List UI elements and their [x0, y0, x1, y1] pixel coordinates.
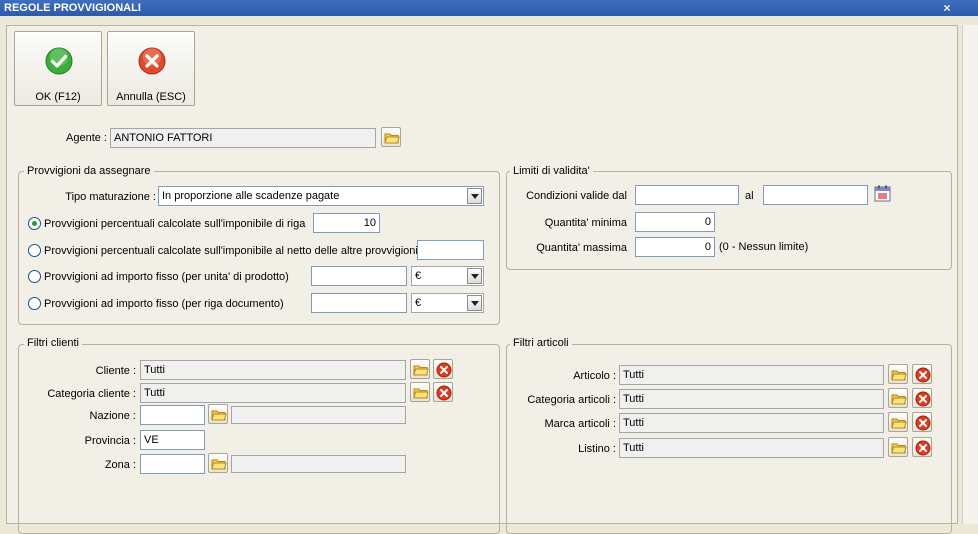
qmax-note: (0 - Nessun limite) — [719, 241, 809, 253]
categoria-articoli-browse-button[interactable] — [888, 388, 908, 408]
cancel-button[interactable]: Annulla (ESC) — [107, 31, 195, 106]
zona-browse-button[interactable] — [208, 453, 228, 473]
qmax-input[interactable]: 0 — [635, 237, 715, 257]
cancel-button-label: Annulla (ESC) — [116, 91, 186, 103]
close-icon[interactable]: × — [940, 0, 954, 16]
maturazione-label: Tipo maturazione : — [65, 191, 156, 203]
vertical-scrollbar[interactable] — [962, 25, 978, 524]
window-titlebar: REGOLE PROVVIGIONALI — [0, 0, 978, 16]
clear-icon — [436, 385, 452, 401]
valide-dal-input[interactable] — [635, 185, 739, 205]
valide-al-input[interactable] — [763, 185, 868, 205]
option-percentuali-riga-label: Provvigioni percentuali calcolate sull'i… — [44, 218, 306, 230]
categoria-cliente-browse-button[interactable] — [410, 382, 430, 402]
clear-icon — [915, 440, 931, 456]
radio-importo-riga[interactable] — [28, 297, 41, 310]
categoria-cliente-field[interactable]: Tutti — [140, 383, 406, 403]
chevron-down-icon[interactable] — [467, 268, 482, 284]
clear-icon — [915, 367, 931, 383]
qmin-input[interactable]: 0 — [635, 212, 715, 232]
cancel-icon — [138, 47, 166, 75]
categoria-articoli-label: Categoria articoli : — [527, 394, 616, 406]
importo-unita-currency-select[interactable]: € — [411, 266, 484, 286]
clear-icon — [915, 415, 931, 431]
folder-icon — [891, 443, 907, 454]
provincia-label: Provincia : — [84, 435, 136, 447]
radio-importo-unita[interactable] — [28, 270, 41, 283]
window-title: REGOLE PROVVIGIONALI — [4, 2, 141, 14]
cliente-browse-button[interactable] — [410, 359, 430, 379]
categoria-cliente-label: Categoria cliente : — [47, 388, 136, 400]
cliente-label: Cliente : — [95, 365, 136, 377]
marca-articoli-clear-button[interactable] — [912, 412, 932, 432]
marca-articoli-label: Marca articoli : — [544, 418, 616, 430]
nazione-label: Nazione : — [89, 410, 136, 422]
importo-unita-currency: € — [415, 270, 422, 282]
agent-field[interactable]: ANTONIO FATTORI — [110, 128, 376, 148]
importo-unita-input[interactable] — [311, 266, 407, 286]
marca-articoli-browse-button[interactable] — [888, 412, 908, 432]
provincia-input[interactable]: VE — [140, 430, 205, 450]
clear-icon — [436, 362, 452, 378]
articolo-label: Articolo : — [573, 370, 616, 382]
qmax-label: Quantita' massima — [536, 242, 627, 254]
listino-field[interactable]: Tutti — [619, 438, 884, 458]
folder-icon — [384, 133, 400, 144]
agent-browse-button[interactable] — [381, 127, 401, 147]
calendar-icon[interactable] — [874, 185, 891, 202]
folder-icon — [211, 459, 227, 470]
check-icon — [45, 47, 73, 75]
ok-button-label: OK (F12) — [35, 91, 81, 103]
radio-percentuali-netto[interactable] — [28, 244, 41, 257]
folder-icon — [891, 370, 907, 381]
zona-input[interactable] — [140, 454, 205, 474]
listino-label: Listino : — [578, 443, 616, 455]
chevron-down-icon[interactable] — [467, 295, 482, 311]
folder-icon — [891, 418, 907, 429]
nazione-browse-button[interactable] — [208, 404, 228, 424]
categoria-cliente-clear-button[interactable] — [433, 382, 453, 402]
zona-label: Zona : — [104, 459, 136, 471]
agent-label: Agente : — [66, 132, 107, 144]
zona-description — [231, 455, 406, 473]
filtri-clienti-group-title: Filtri clienti — [24, 336, 82, 350]
option-percentuali-netto-label: Provvigioni percentuali calcolate sull'i… — [44, 245, 418, 257]
articolo-field[interactable]: Tutti — [619, 365, 884, 385]
cliente-field[interactable]: Tutti — [140, 360, 406, 380]
ok-button[interactable]: OK (F12) — [14, 31, 102, 106]
provvigioni-group-title: Provvigioni da assegnare — [24, 164, 154, 178]
importo-riga-currency: € — [415, 297, 422, 309]
qmin-label: Quantita' minima — [544, 217, 627, 229]
radio-percentuali-riga[interactable] — [28, 217, 41, 230]
importo-riga-currency-select[interactable]: € — [411, 293, 484, 313]
limiti-group-title: Limiti di validita' — [510, 164, 593, 178]
nazione-input[interactable] — [140, 405, 205, 425]
folder-icon — [211, 410, 227, 421]
folder-icon — [413, 365, 429, 376]
maturazione-value: In proporzione alle scadenze pagate — [162, 190, 340, 202]
articolo-browse-button[interactable] — [888, 364, 908, 384]
clear-icon — [915, 391, 931, 407]
condizioni-label: Condizioni valide dal — [526, 190, 627, 202]
option-importo-riga-label: Provvigioni ad importo fisso (per riga d… — [44, 298, 284, 310]
al-label: al — [745, 190, 754, 202]
categoria-articoli-clear-button[interactable] — [912, 388, 932, 408]
option-importo-unita-label: Provvigioni ad importo fisso (per unita'… — [44, 271, 289, 283]
marca-articoli-field[interactable]: Tutti — [619, 413, 884, 433]
articolo-clear-button[interactable] — [912, 364, 932, 384]
maturazione-select[interactable]: In proporzione alle scadenze pagate — [158, 186, 484, 206]
percentuali-netto-input[interactable] — [417, 240, 484, 260]
importo-riga-input[interactable] — [311, 293, 407, 313]
folder-icon — [413, 388, 429, 399]
nazione-description — [231, 406, 406, 424]
filtri-articoli-group-title: Filtri articoli — [510, 336, 572, 350]
cliente-clear-button[interactable] — [433, 359, 453, 379]
listino-browse-button[interactable] — [888, 437, 908, 457]
folder-icon — [891, 394, 907, 405]
percentuali-riga-input[interactable]: 10 — [313, 213, 380, 233]
listino-clear-button[interactable] — [912, 437, 932, 457]
categoria-articoli-field[interactable]: Tutti — [619, 389, 884, 409]
chevron-down-icon[interactable] — [467, 188, 482, 204]
